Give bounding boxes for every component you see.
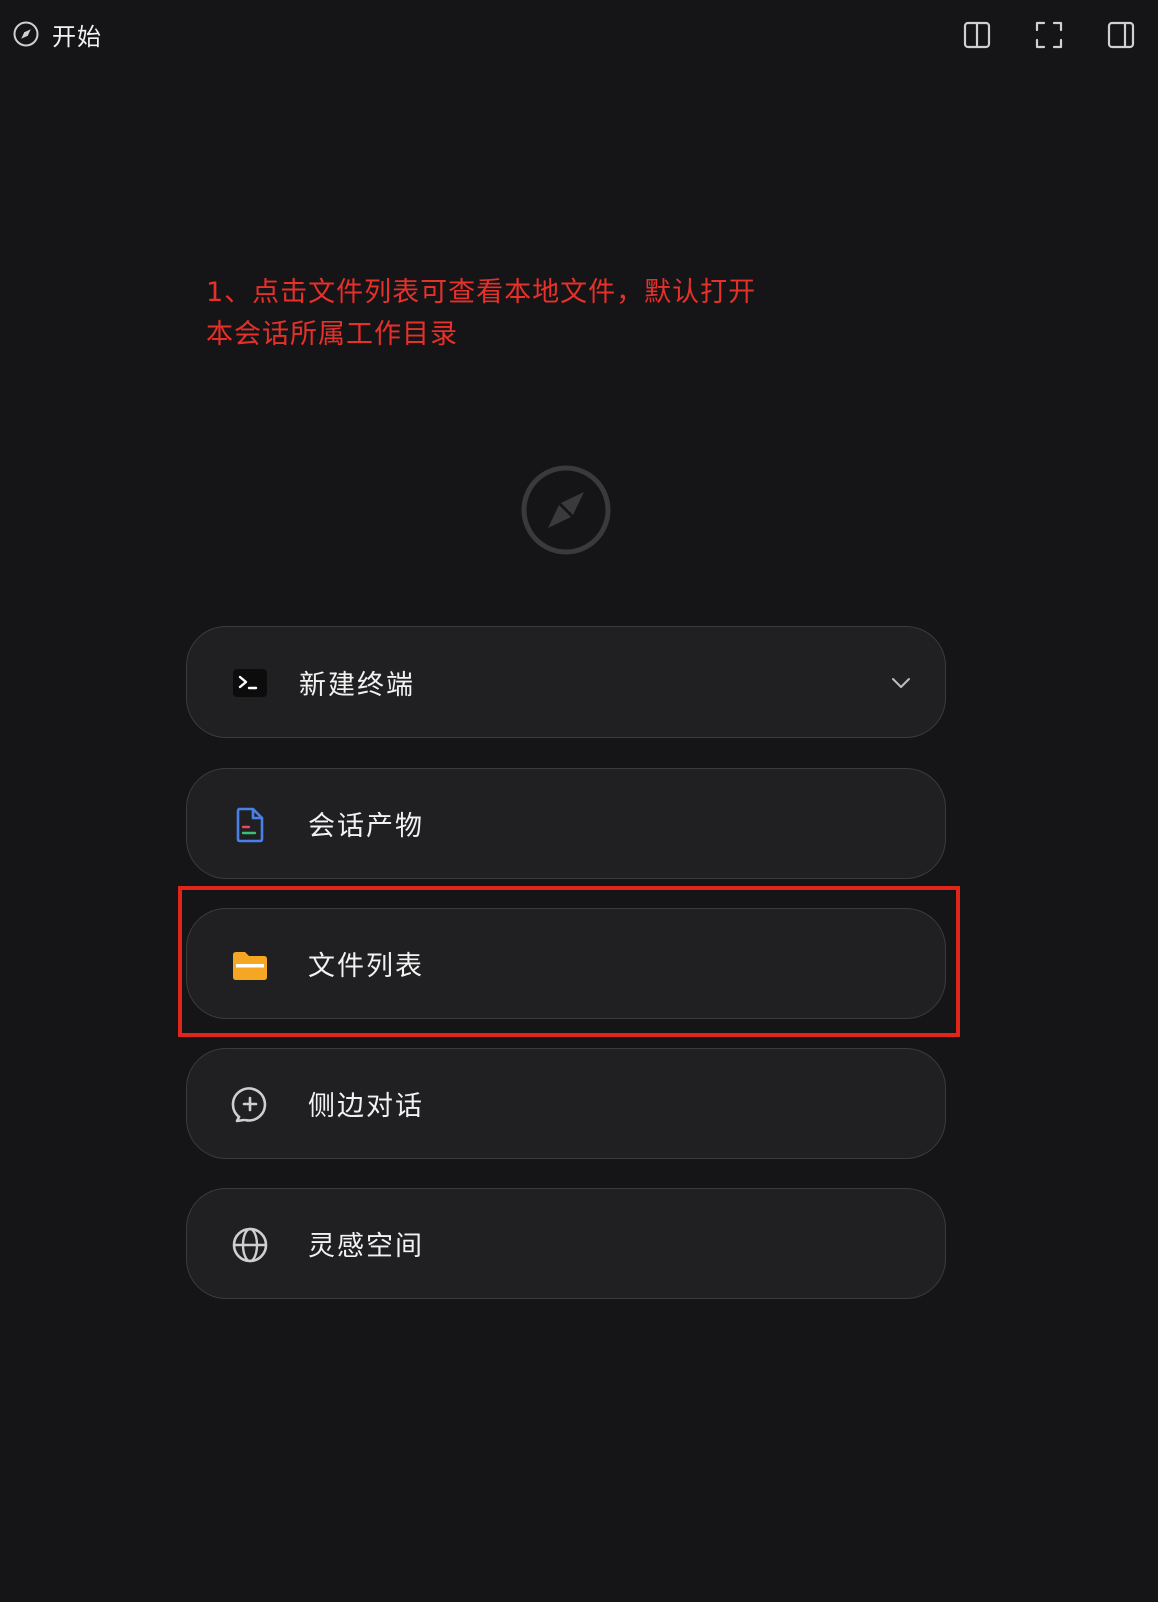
- split-view-icon[interactable]: [962, 20, 992, 50]
- compass-icon: [521, 465, 611, 555]
- fullscreen-icon[interactable]: [1034, 20, 1064, 50]
- inspiration-space-label: 灵感空间: [308, 1231, 424, 1262]
- terminal-icon: [233, 669, 267, 697]
- new-terminal-label: 新建终端: [299, 669, 415, 701]
- compass-icon: [13, 21, 39, 47]
- tab-start[interactable]: 开始: [12, 19, 102, 51]
- folder-icon: [233, 952, 267, 980]
- inspiration-space-button[interactable]: 灵感空间: [186, 1188, 946, 1299]
- globe-icon: [232, 1227, 268, 1263]
- side-chat-button[interactable]: 侧边对话: [186, 1048, 946, 1159]
- annotation-line-1: 1、点击文件列表可查看本地文件，默认打开: [206, 277, 757, 308]
- document-icon: [236, 807, 264, 843]
- annotation-note: 1、点击文件列表可查看本地文件，默认打开 本会话所属工作目录: [206, 272, 826, 356]
- chevron-down-icon[interactable]: [889, 671, 913, 695]
- chat-add-icon: [231, 1087, 267, 1123]
- side-chat-label: 侧边对话: [308, 1091, 424, 1122]
- right-sidebar-icon[interactable]: [1106, 20, 1136, 50]
- file-list-label: 文件列表: [308, 951, 424, 982]
- new-terminal-button[interactable]: 新建终端: [186, 626, 946, 738]
- session-artifacts-button[interactable]: 会话产物: [186, 768, 946, 879]
- tab-title: 开始: [52, 22, 102, 51]
- top-bar: 开始: [0, 0, 1158, 70]
- session-artifacts-label: 会话产物: [308, 811, 424, 842]
- annotation-line-2: 本会话所属工作目录: [206, 319, 458, 350]
- file-list-button[interactable]: 文件列表: [186, 908, 946, 1019]
